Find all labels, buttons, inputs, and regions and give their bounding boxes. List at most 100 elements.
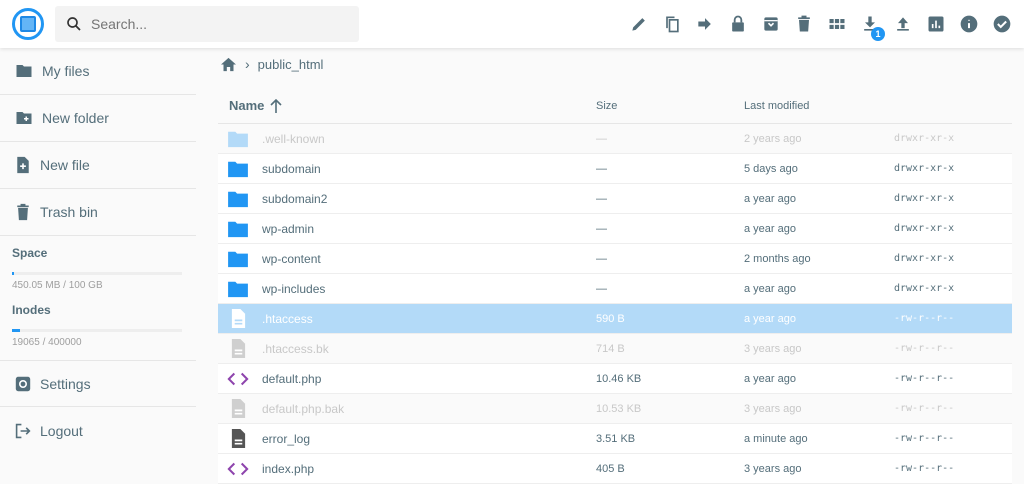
inodes-text: 19065 / 400000 xyxy=(12,337,82,348)
inodes-progress xyxy=(12,329,182,332)
app-logo[interactable] xyxy=(12,8,44,40)
table-header: Name Size Last modified xyxy=(218,88,1012,124)
pencil-button[interactable] xyxy=(627,12,651,36)
file-permissions: drwxr-xr-x xyxy=(894,283,955,294)
column-header-size[interactable]: Size xyxy=(596,100,744,112)
table-row[interactable]: subdomain2 — a year ago drwxr-xr-x xyxy=(218,184,1012,214)
folder-icon xyxy=(228,251,248,267)
copy-icon xyxy=(666,16,679,33)
file-type-cell xyxy=(218,130,258,148)
table-row[interactable]: error_log 3.51 KB a minute ago -rw-r--r-- xyxy=(218,424,1012,454)
grid-button[interactable] xyxy=(825,12,849,36)
column-header-modified[interactable]: Last modified xyxy=(744,100,894,112)
upload-button[interactable] xyxy=(891,12,915,36)
trash-button[interactable] xyxy=(792,12,816,36)
grid-icon xyxy=(829,19,845,29)
file-modified: a year ago xyxy=(744,312,796,325)
file-permissions: -rw-r--r-- xyxy=(894,463,955,474)
download-button[interactable]: 1 xyxy=(858,12,885,41)
file-permissions: -rw-r--r-- xyxy=(894,433,955,444)
download-count-badge: 1 xyxy=(871,27,885,41)
file-type-cell xyxy=(218,190,258,208)
sidebar-item-settings[interactable]: Settings xyxy=(0,360,196,407)
file-size: 3.51 KB xyxy=(596,432,636,445)
file-size: — xyxy=(596,282,607,295)
file-name: .htaccess xyxy=(262,311,313,326)
table-row[interactable]: wp-includes — a year ago drwxr-xr-x xyxy=(218,274,1012,304)
sidebar-item-my-files[interactable]: My files xyxy=(0,48,196,95)
file-plus-icon xyxy=(17,156,29,174)
check-circle-button[interactable] xyxy=(990,12,1014,36)
archive-button[interactable] xyxy=(759,12,783,36)
info-button[interactable] xyxy=(957,12,981,36)
table-row[interactable]: .well-known — 2 years ago drwxr-xr-x xyxy=(218,124,1012,154)
file-size: 405 B xyxy=(596,462,625,475)
column-label: Name xyxy=(229,98,265,113)
file-modified: 3 years ago xyxy=(744,342,802,355)
sidebar-item-trash-bin[interactable]: Trash bin xyxy=(0,189,196,236)
search-icon xyxy=(67,17,81,31)
file-permissions: -rw-r--r-- xyxy=(894,343,955,354)
file-size: 590 B xyxy=(596,312,625,325)
file-type-cell xyxy=(218,280,258,298)
search-input[interactable] xyxy=(91,16,341,32)
table-row[interactable]: wp-admin — a year ago drwxr-xr-x xyxy=(218,214,1012,244)
column-header-name[interactable]: Name xyxy=(218,98,596,113)
search-box[interactable] xyxy=(55,6,359,42)
file-type-cell xyxy=(218,428,258,449)
logout-icon xyxy=(15,423,31,438)
file-modified: 5 days ago xyxy=(744,162,798,175)
chart-button[interactable] xyxy=(924,12,948,36)
file-permissions: drwxr-xr-x xyxy=(894,163,955,174)
breadcrumb: › public_html xyxy=(220,56,323,72)
move-icon xyxy=(698,18,711,30)
file-modified: 2 months ago xyxy=(744,252,811,265)
sidebar-item-logout[interactable]: Logout xyxy=(0,407,196,454)
file-modified: 2 years ago xyxy=(744,132,802,145)
gear-icon xyxy=(15,376,31,391)
lock-button[interactable] xyxy=(726,12,750,36)
sidebar-item-new-folder[interactable]: New folder xyxy=(0,95,196,142)
file-icon xyxy=(231,309,245,328)
table-row[interactable]: default.php.bak 10.53 KB 3 years ago -rw-r-… xyxy=(218,394,1012,424)
table-row[interactable]: subdomain — 5 days ago drwxr-xr-x xyxy=(218,154,1012,184)
file-name: wp-includes xyxy=(262,281,326,296)
chevron-right-icon: › xyxy=(245,56,250,72)
file-table: Name Size Last modified .well-known — 2 ye… xyxy=(218,88,1012,484)
table-row[interactable]: .htaccess.bk 714 B 3 years ago -rw-r--r-- xyxy=(218,334,1012,364)
space-title: Space xyxy=(12,246,48,260)
file-type-cell xyxy=(218,461,258,477)
inodes-title: Inodes xyxy=(12,303,51,317)
toolbar: 1 xyxy=(627,12,1014,41)
home-icon[interactable] xyxy=(220,57,237,72)
file-name: .htaccess.bk xyxy=(262,341,329,356)
file-name: wp-admin xyxy=(262,221,315,236)
file-icon xyxy=(231,429,245,448)
file-type-cell xyxy=(218,338,258,359)
table-row[interactable]: default.php 10.46 KB a year ago -rw-r--r-- xyxy=(218,364,1012,394)
file-modified: a year ago xyxy=(744,372,796,385)
table-row[interactable]: index.php 405 B 3 years ago -rw-r--r-- xyxy=(218,454,1012,484)
move-button[interactable] xyxy=(693,12,717,36)
code-icon xyxy=(227,372,249,385)
sidebar-item-label: Settings xyxy=(40,375,91,392)
table-row[interactable]: .htaccess 590 B a year ago -rw-r--r-- xyxy=(218,304,1012,334)
sidebar-item-label: New folder xyxy=(42,110,109,126)
table-row[interactable]: wp-content — 2 months ago drwxr-xr-x xyxy=(218,244,1012,274)
file-size: 10.46 KB xyxy=(596,372,642,385)
folder-plus-icon xyxy=(16,112,32,124)
sidebar-item-new-file[interactable]: New file xyxy=(0,142,196,189)
file-icon xyxy=(231,339,245,358)
file-size: 714 B xyxy=(596,342,625,355)
breadcrumb-item[interactable]: public_html xyxy=(258,57,324,72)
file-size: 10.53 KB xyxy=(596,402,642,415)
file-permissions: drwxr-xr-x xyxy=(894,133,955,144)
archive-icon xyxy=(764,17,778,31)
copy-button[interactable] xyxy=(660,12,684,36)
space-quota: Space 450.05 MB / 100 GB Inodes 19065 / … xyxy=(0,236,196,348)
lock-icon xyxy=(732,15,744,32)
file-modified: 3 years ago xyxy=(744,402,802,415)
file-name: default.php xyxy=(262,371,322,386)
file-type-cell xyxy=(218,250,258,268)
floppy-icon xyxy=(20,16,36,32)
